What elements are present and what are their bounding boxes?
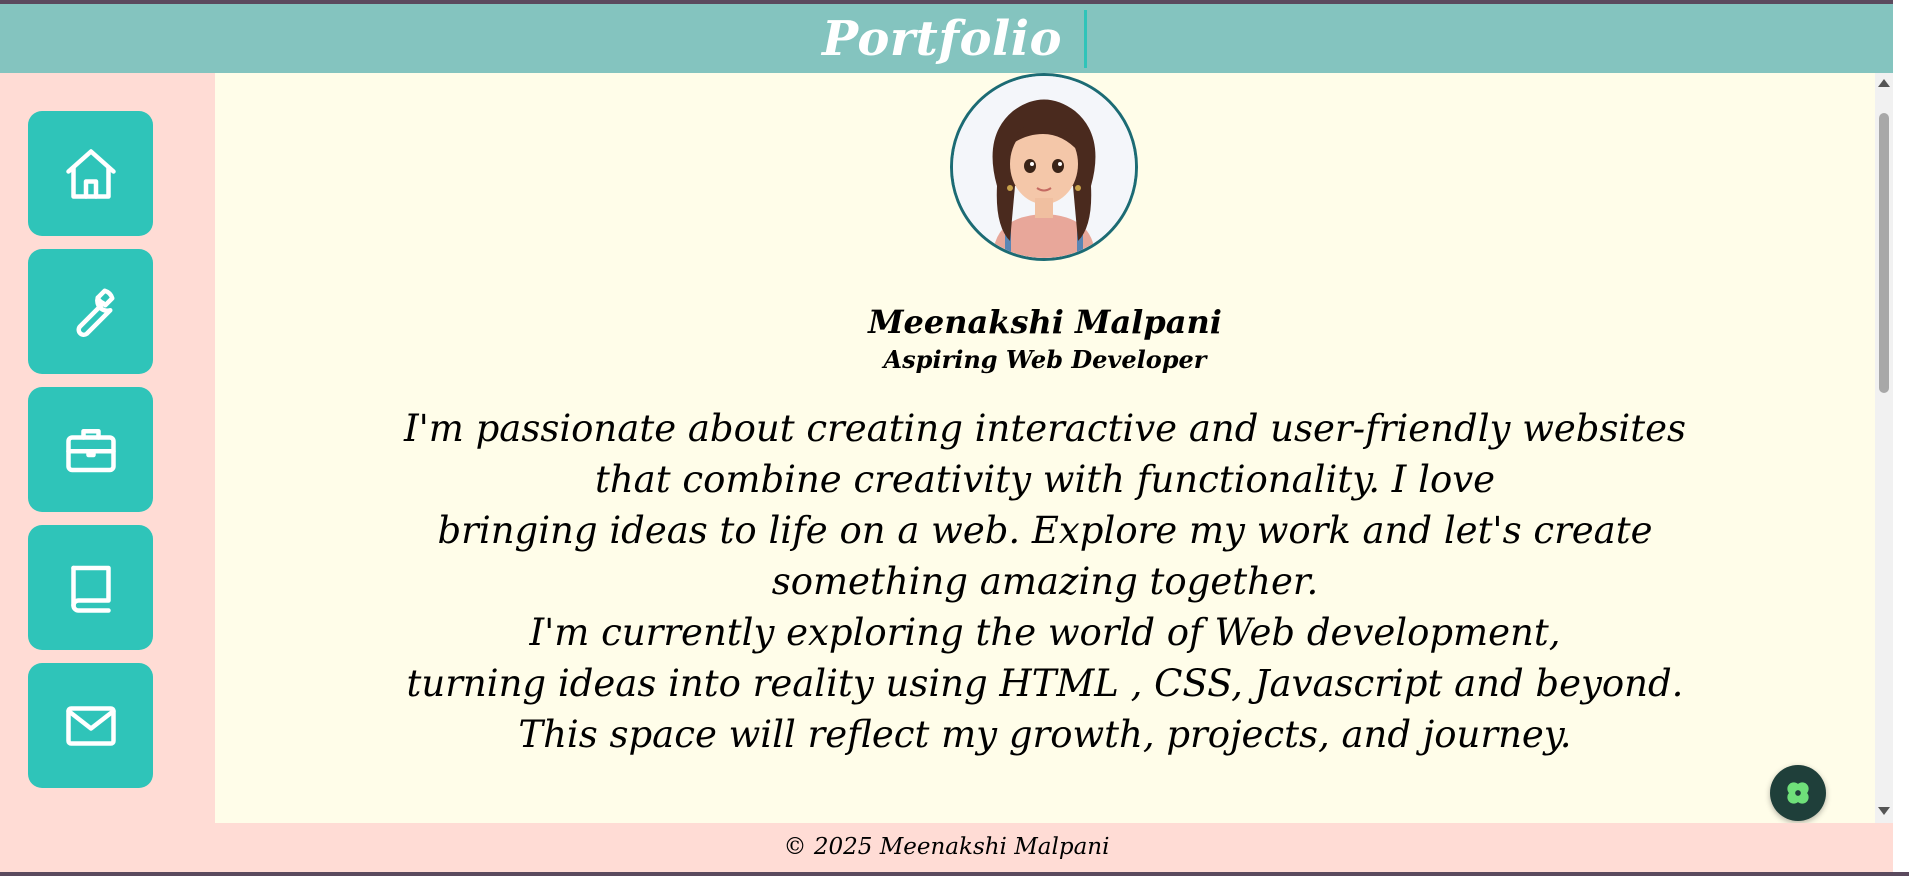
nav-projects-button[interactable] [28,387,153,512]
bio-line: that combine creativity with functionali… [594,458,1496,501]
nav-skills-button[interactable] [28,249,153,374]
scroll-down-arrow-icon[interactable] [1878,807,1890,815]
bio-line: I'm currently exploring the world of Web… [529,611,1561,654]
extension-widget-button[interactable] [1770,765,1826,821]
vertical-scrollbar[interactable] [1875,73,1893,823]
mail-icon [65,705,116,746]
footer-copyright: © 2025 Meenakshi Malpani [783,834,1110,860]
bio-line: I'm passionate about creating interactiv… [403,407,1687,450]
window-bottom-border [0,872,1909,876]
sidebar-nav [0,73,215,823]
main-content: Meenakshi Malpani Aspiring Web Developer… [215,73,1875,823]
nav-home-button[interactable] [28,111,153,236]
scroll-up-arrow-icon[interactable] [1878,79,1890,87]
briefcase-icon [65,428,116,472]
site-footer: © 2025 Meenakshi Malpani [0,823,1893,872]
bio-line: bringing ideas to life on a web. Explore… [437,509,1653,552]
book-icon [70,565,111,613]
profile-name: Meenakshi Malpani [868,303,1222,341]
scrollbar-thumb[interactable] [1879,113,1889,393]
bio-line: something amazing together. [771,560,1319,603]
nav-contact-button[interactable] [28,663,153,788]
profile-bio: I'm passionate about creating interactiv… [215,403,1875,760]
avatar-illustration [953,76,1135,258]
home-icon [65,148,116,199]
site-title: Portfolio [822,9,1087,68]
window-right-edge [1893,0,1909,876]
wrench-icon [76,288,114,337]
clover-icon [1787,782,1809,804]
profile-avatar [950,73,1138,261]
site-header: Portfolio [0,4,1909,73]
bio-line: This space will reflect my growth, proje… [518,713,1572,756]
bio-line: turning ideas into reality using HTML , … [406,662,1684,705]
profile-role: Aspiring Web Developer [883,345,1207,374]
nav-education-button[interactable] [28,525,153,650]
